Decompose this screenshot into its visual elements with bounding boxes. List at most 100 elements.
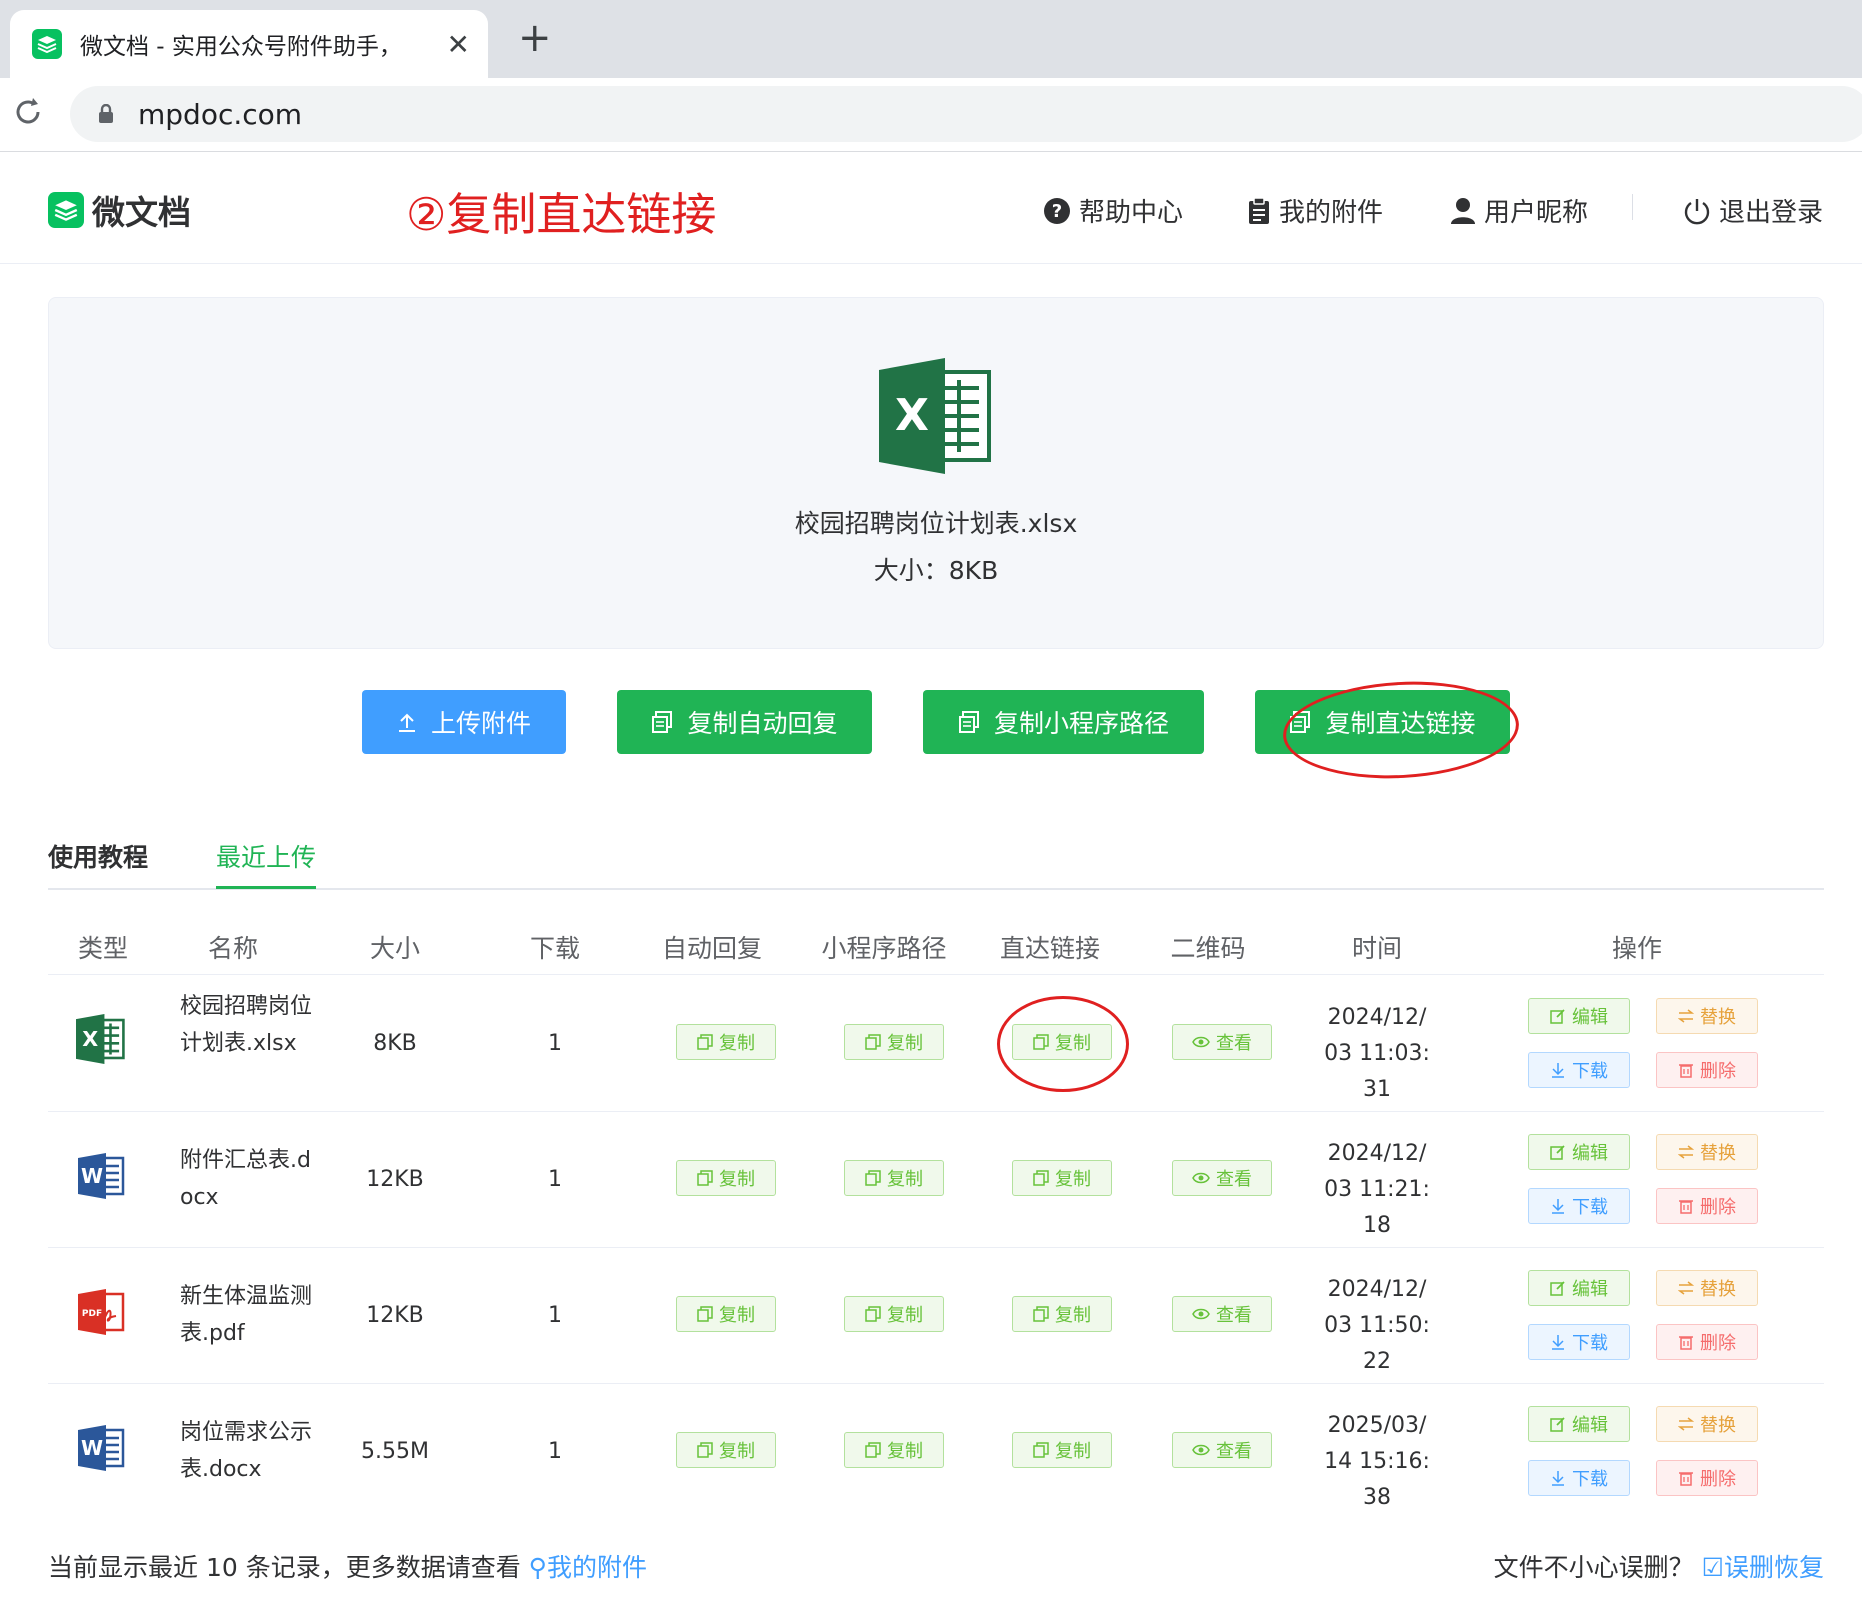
tab-recent-uploads[interactable]: 最近上传 — [216, 838, 317, 889]
edit-icon — [1550, 1145, 1565, 1160]
my-attachments-link[interactable]: ⚲我的附件 — [529, 1553, 647, 1582]
copy-label: 复制 — [887, 1305, 923, 1326]
copy-auto-reply-small-button[interactable]: 复制 — [676, 1432, 776, 1468]
svg-text:PDF: PDF — [82, 1309, 102, 1319]
copy-label: 复制 — [887, 1169, 923, 1190]
nav-my-attachments[interactable]: 我的附件 — [1247, 192, 1383, 229]
edit-button[interactable]: 编辑 — [1528, 1134, 1630, 1170]
copy-label: 复制 — [1055, 1305, 1091, 1326]
copy-mini-path-small-button[interactable]: 复制 — [844, 1160, 944, 1196]
view-qrcode-button[interactable]: 查看 — [1172, 1024, 1272, 1060]
upload-icon — [398, 713, 415, 732]
file-name[interactable]: 新生体温监测表.pdf — [180, 1278, 320, 1352]
tab-close-icon[interactable]: ✕ — [447, 28, 470, 61]
eye-icon — [1192, 1036, 1210, 1048]
copy-icon — [865, 1034, 881, 1050]
footer: 当前显示最近 10 条记录，更多数据请查看 ⚲我的附件 文件不小心误删？ ☑误删… — [0, 1516, 1862, 1598]
download-count: 1 — [548, 1439, 562, 1464]
copy-auto-reply-small-button[interactable]: 复制 — [676, 1160, 776, 1196]
svg-text:X: X — [895, 390, 929, 441]
tab-tutorial[interactable]: 使用教程 — [48, 838, 148, 886]
replace-button[interactable]: 替换 — [1656, 1134, 1758, 1170]
copy-auto-reply-small-button[interactable]: 复制 — [676, 1024, 776, 1060]
view-qrcode-button[interactable]: 查看 — [1172, 1296, 1272, 1332]
reload-icon[interactable] — [12, 96, 44, 135]
copy-icon — [1033, 1306, 1049, 1322]
copy-mini-path-small-button[interactable]: 复制 — [844, 1296, 944, 1332]
nav-logout-label: 退出登录 — [1719, 198, 1824, 228]
upload-attachment-button[interactable]: 上传附件 — [362, 690, 566, 754]
copy-mini-program-path-button[interactable]: 复制小程序路径 — [923, 690, 1204, 754]
swap-icon — [1678, 1281, 1694, 1295]
file-name[interactable]: 校园招聘岗位计划表.xlsx — [180, 988, 320, 1062]
copy-auto-reply-small-button[interactable]: 复制 — [676, 1296, 776, 1332]
tab-bar: 使用教程 最近上传 — [48, 838, 1824, 890]
restore-deleted-link[interactable]: ☑误删恢复 — [1702, 1553, 1824, 1582]
col-direct-link: 直达链接 — [999, 934, 1100, 963]
download-count: 1 — [548, 1303, 562, 1328]
file-name[interactable]: 附件汇总表.docx — [180, 1142, 320, 1216]
word-icon: W — [76, 1424, 126, 1478]
restore-link-label: 误删恢复 — [1723, 1553, 1824, 1582]
edit-button[interactable]: 编辑 — [1528, 998, 1630, 1034]
copy-icon — [865, 1170, 881, 1186]
replace-button[interactable]: 替换 — [1656, 1406, 1758, 1442]
download-label: 下载 — [1572, 1197, 1608, 1218]
copy-auto-reply-button[interactable]: 复制自动回复 — [617, 690, 872, 754]
download-icon — [1552, 1335, 1564, 1350]
annotation-title: ②复制直达链接 — [406, 188, 717, 241]
lock-icon — [98, 103, 114, 124]
upload-time: 2025/03/14 15:16:38 — [1324, 1413, 1430, 1510]
download-button[interactable]: 下载 — [1528, 1188, 1630, 1224]
col-downloads: 下载 — [529, 934, 580, 963]
browser-tab[interactable]: 微文档 - 实用公众号附件助手， ✕ — [10, 10, 488, 78]
trash-icon — [1679, 1064, 1693, 1078]
preview-file-size: 大小：8KB — [873, 556, 999, 585]
copy-mini-path-small-button[interactable]: 复制 — [844, 1024, 944, 1060]
copy-direct-link-small-button[interactable]: 复制 — [1012, 1296, 1112, 1332]
nav-logout[interactable]: 退出登录 — [1683, 192, 1823, 229]
replace-button[interactable]: 替换 — [1656, 1270, 1758, 1306]
user-icon — [1451, 197, 1475, 224]
nav-help-center[interactable]: ? 帮助中心 — [1043, 192, 1183, 229]
site-logo[interactable]: 微文档 — [48, 186, 191, 234]
download-button[interactable]: 下载 — [1528, 1324, 1630, 1360]
nav-user-nickname[interactable]: 用户昵称 — [1450, 192, 1588, 229]
download-button[interactable]: 下载 — [1528, 1052, 1630, 1088]
edit-icon — [1550, 1417, 1565, 1432]
replace-label: 替换 — [1700, 1007, 1736, 1028]
new-tab-button[interactable]: + — [518, 18, 552, 58]
svg-text:W: W — [81, 1164, 103, 1188]
replace-label: 替换 — [1700, 1415, 1736, 1436]
view-qrcode-button[interactable]: 查看 — [1172, 1432, 1272, 1468]
edit-label: 编辑 — [1572, 1415, 1608, 1436]
url-field[interactable]: mpdoc.com — [70, 86, 1862, 142]
table-row: PDF 新生体温监测表.pdf 12KB 1 复制 复制 复制 查看 2024/… — [48, 1248, 1824, 1384]
table-row: X 校园招聘岗位计划表.xlsx 8KB 1 复制 复制 复制 查看 2024/… — [48, 976, 1824, 1112]
copy-direct-link-small-button[interactable]: 复制 — [1012, 1160, 1112, 1196]
table-header: 类型 名称 大小 下载 自动回复 小程序路径 直达链接 二维码 时间 操作 — [48, 905, 1824, 975]
copy-label: 复制 — [1055, 1441, 1091, 1462]
col-mini-path: 小程序路径 — [821, 934, 947, 963]
edit-button[interactable]: 编辑 — [1528, 1270, 1630, 1306]
nav-divider — [1632, 194, 1633, 220]
delete-button[interactable]: 删除 — [1656, 1460, 1758, 1496]
download-icon — [1552, 1471, 1564, 1486]
file-name[interactable]: 岗位需求公示表.docx — [180, 1414, 320, 1488]
delete-button[interactable]: 删除 — [1656, 1324, 1758, 1360]
view-label: 查看 — [1216, 1305, 1252, 1326]
pdf-icon: PDF — [76, 1288, 126, 1342]
copy-direct-link-small-button[interactable]: 复制 — [1012, 1432, 1112, 1468]
delete-label: 删除 — [1700, 1197, 1736, 1218]
logo-icon — [48, 192, 84, 228]
edit-button[interactable]: 编辑 — [1528, 1406, 1630, 1442]
download-label: 下载 — [1572, 1061, 1608, 1082]
replace-button[interactable]: 替换 — [1656, 998, 1758, 1034]
delete-button[interactable]: 删除 — [1656, 1188, 1758, 1224]
delete-button[interactable]: 删除 — [1656, 1052, 1758, 1088]
view-qrcode-button[interactable]: 查看 — [1172, 1160, 1272, 1196]
edit-icon — [1550, 1009, 1565, 1024]
download-button[interactable]: 下载 — [1528, 1460, 1630, 1496]
view-label: 查看 — [1216, 1441, 1252, 1462]
copy-mini-path-small-button[interactable]: 复制 — [844, 1432, 944, 1468]
